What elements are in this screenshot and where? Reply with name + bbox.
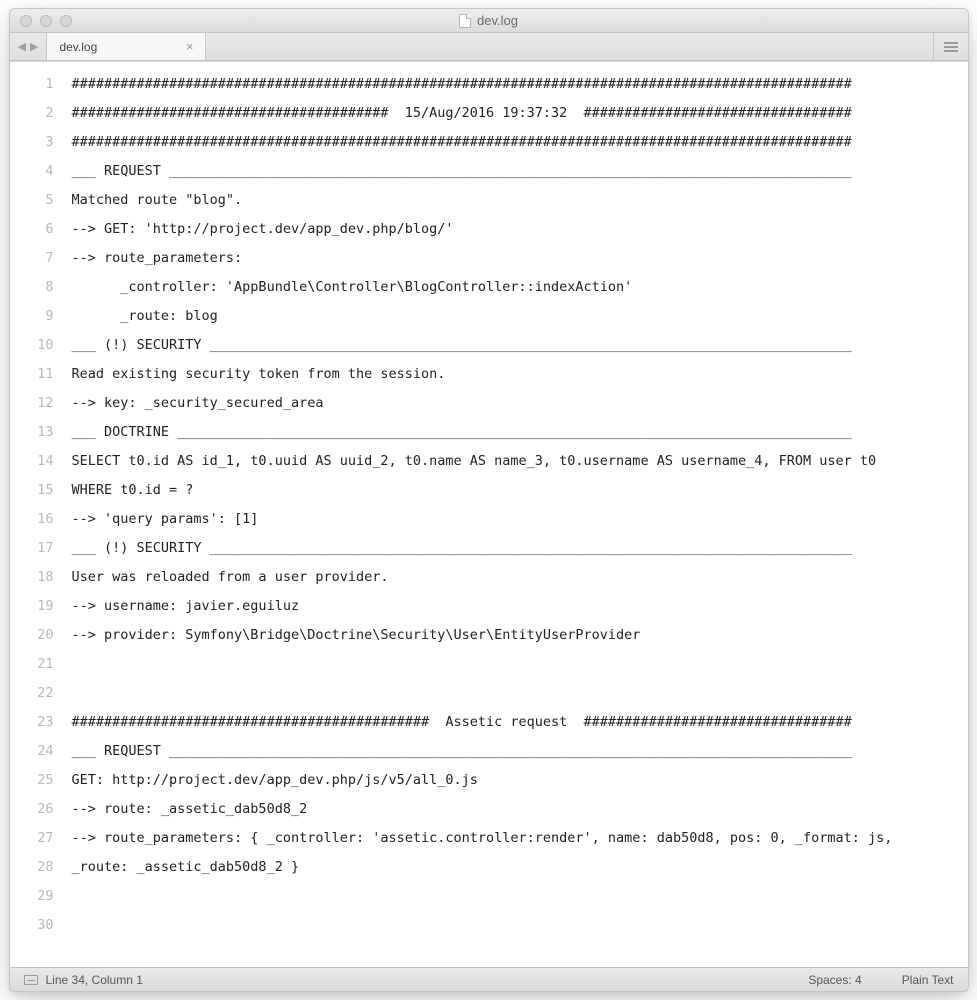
close-icon[interactable]: × [186,39,194,54]
code-line[interactable] [72,911,952,940]
line-number: 4 [10,157,54,186]
line-number: 19 [10,592,54,621]
code-line[interactable]: --> provider: Symfony\Bridge\Doctrine\Se… [72,621,952,650]
code-line[interactable]: ########################################… [72,708,952,737]
close-icon[interactable] [20,15,32,27]
line-number: 29 [10,882,54,911]
window-title-text: dev.log [477,13,518,28]
code-content[interactable]: ########################################… [64,62,968,967]
file-icon [459,14,471,28]
code-line[interactable]: ########################################… [72,128,952,157]
code-line[interactable]: ___ (!) SECURITY _______________________… [72,331,952,360]
line-number: 5 [10,186,54,215]
line-number: 25 [10,766,54,795]
tab-label: dev.log [59,40,97,54]
line-gutter: 1234567891011121314151617181920212223242… [10,62,64,967]
code-line[interactable]: ####################################### … [72,99,952,128]
line-number: 10 [10,331,54,360]
line-number: 26 [10,795,54,824]
line-number: 3 [10,128,54,157]
status-syntax[interactable]: Plain Text [902,973,954,987]
tab-devlog[interactable]: dev.log × [46,33,206,60]
line-number: 6 [10,215,54,244]
status-position[interactable]: Line 34, Column 1 [46,973,143,987]
line-number: 14 [10,447,54,476]
editor-area[interactable]: 1234567891011121314151617181920212223242… [10,61,968,967]
tabbar-menu[interactable] [933,33,968,60]
code-line[interactable]: SELECT t0.id AS id_1, t0.uuid AS uuid_2,… [72,447,952,476]
code-line[interactable]: _route: blog [72,302,952,331]
statusbar: Line 34, Column 1 Spaces: 4 Plain Text [10,967,968,991]
nav-forward-icon[interactable]: ▶ [30,40,38,53]
line-number: 9 [10,302,54,331]
code-line[interactable]: --> route_parameters: [72,244,952,273]
line-number: 30 [10,911,54,940]
line-number: 22 [10,679,54,708]
code-line[interactable] [72,679,952,708]
code-line[interactable]: --> username: javier.eguiluz [72,592,952,621]
line-number: 28 [10,853,54,882]
code-line[interactable]: ___ REQUEST ____________________________… [72,737,952,766]
line-number: 2 [10,99,54,128]
panel-icon[interactable] [24,975,38,985]
line-number: 23 [10,708,54,737]
code-line[interactable] [72,650,952,679]
line-number: 20 [10,621,54,650]
code-line[interactable]: ########################################… [72,70,952,99]
titlebar[interactable]: dev.log [10,9,968,33]
code-line[interactable]: ___ DOCTRINE ___________________________… [72,418,952,447]
nav-arrows[interactable]: ◀ ▶ [10,33,47,60]
code-line[interactable]: User was reloaded from a user provider. [72,563,952,592]
line-number: 8 [10,273,54,302]
line-number: 13 [10,418,54,447]
line-number: 16 [10,505,54,534]
code-line[interactable]: --> 'query params': [1] [72,505,952,534]
editor-window: dev.log ◀ ▶ dev.log × 123456789101112131… [9,8,969,992]
code-line[interactable]: Read existing security token from the se… [72,360,952,389]
code-line[interactable]: ___ (!) SECURITY _______________________… [72,534,952,563]
code-line[interactable]: --> route: _assetic_dab50d8_2 [72,795,952,824]
line-number: 17 [10,534,54,563]
code-line[interactable]: WHERE t0.id = ? [72,476,952,505]
line-number: 24 [10,737,54,766]
code-line[interactable]: --> key: _security_secured_area [72,389,952,418]
minimize-icon[interactable] [40,15,52,27]
code-line[interactable] [72,882,952,911]
line-number: 7 [10,244,54,273]
code-line[interactable]: --> GET: 'http://project.dev/app_dev.php… [72,215,952,244]
code-line[interactable]: _route: _assetic_dab50d8_2 } [72,853,952,882]
code-line[interactable]: ___ REQUEST ____________________________… [72,157,952,186]
line-number: 1 [10,70,54,99]
line-number: 21 [10,650,54,679]
code-line[interactable]: GET: http://project.dev/app_dev.php/js/v… [72,766,952,795]
nav-back-icon[interactable]: ◀ [18,40,26,53]
line-number: 11 [10,360,54,389]
code-line[interactable]: --> route_parameters: { _controller: 'as… [72,824,952,853]
line-number: 27 [10,824,54,853]
code-line[interactable]: _controller: 'AppBundle\Controller\BlogC… [72,273,952,302]
window-controls[interactable] [20,15,72,27]
window-title: dev.log [20,13,958,28]
line-number: 18 [10,563,54,592]
hamburger-icon[interactable] [944,42,958,52]
zoom-icon[interactable] [60,15,72,27]
line-number: 12 [10,389,54,418]
status-indent[interactable]: Spaces: 4 [808,973,861,987]
code-line[interactable]: Matched route "blog". [72,186,952,215]
line-number: 15 [10,476,54,505]
tabbar: ◀ ▶ dev.log × [10,33,968,61]
